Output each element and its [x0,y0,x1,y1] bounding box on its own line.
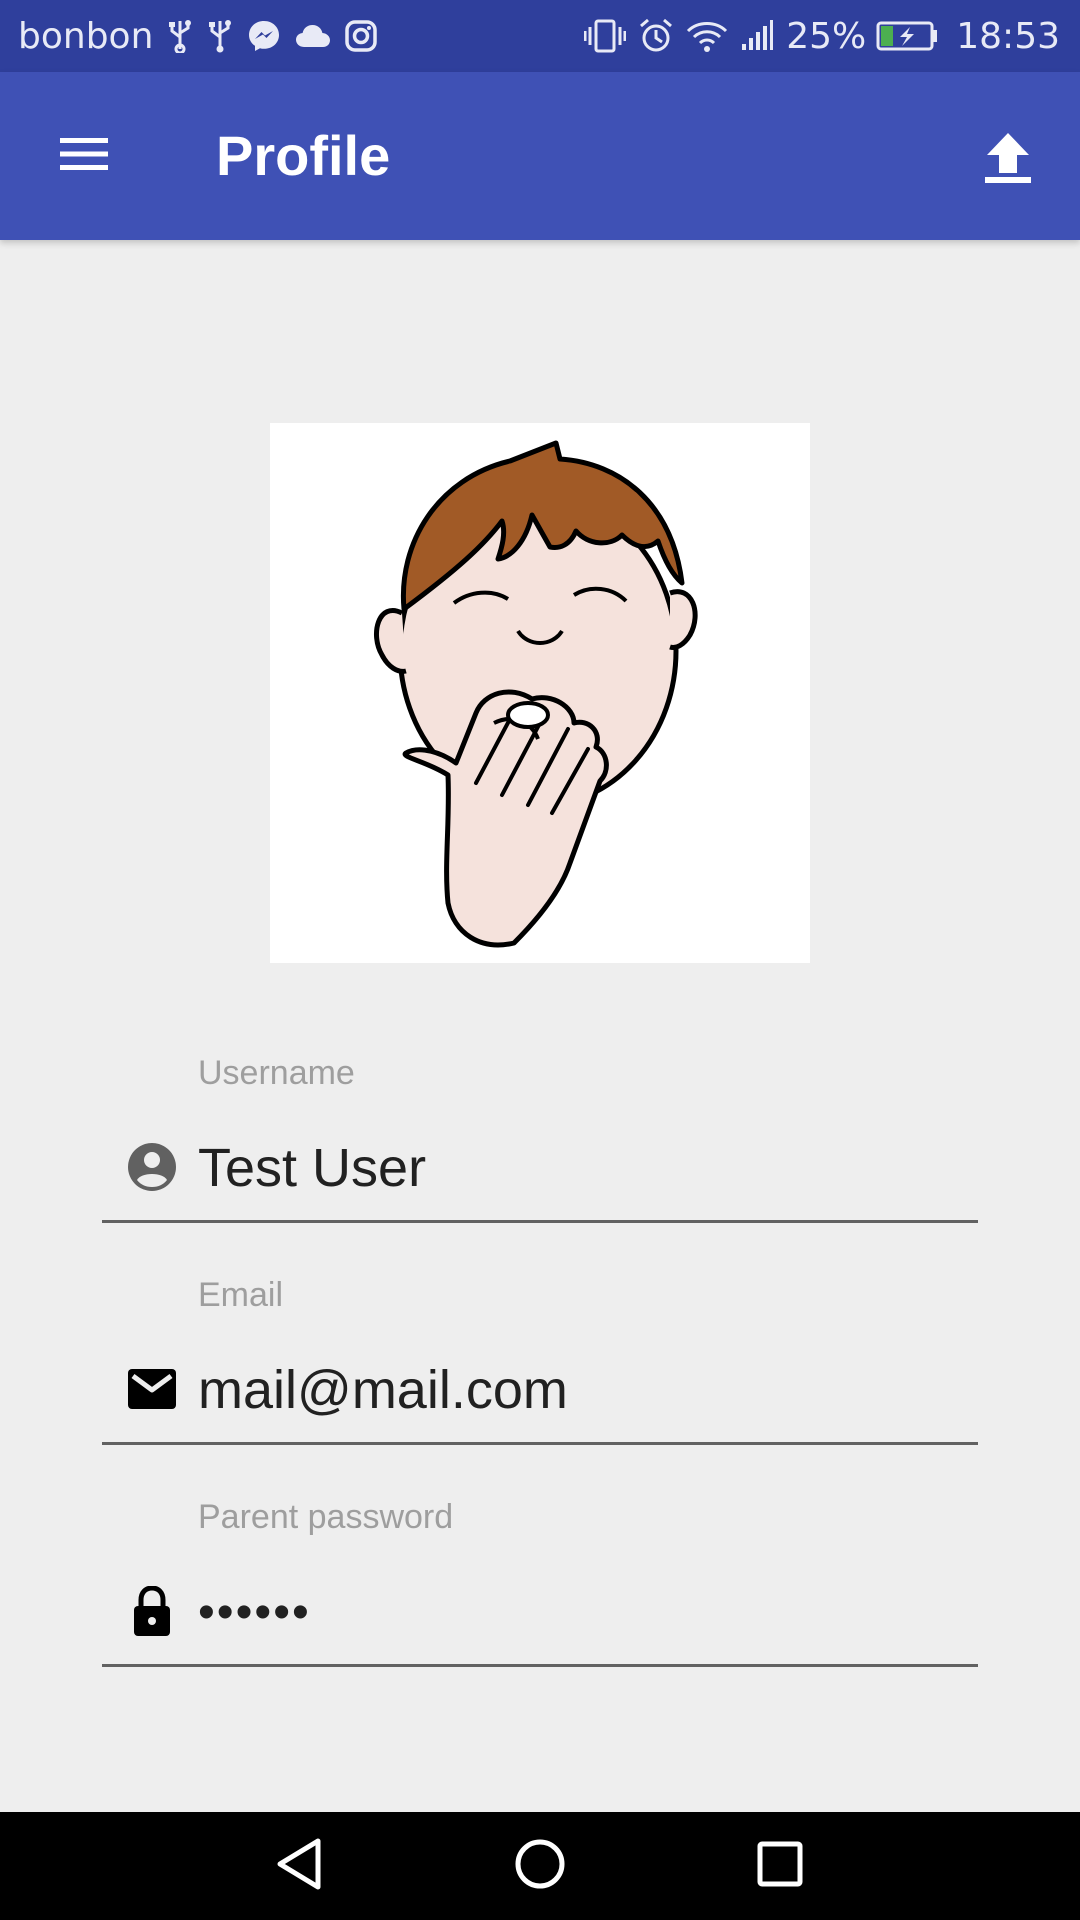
home-button[interactable] [504,1830,576,1902]
carrier-name: bonbon [18,15,154,57]
app-bar: Profile [0,72,1080,240]
status-bar-right: 25% 18:53 [584,16,1060,57]
username-label: Username [198,1054,355,1092]
username-field: Username [102,1053,978,1233]
username-underline [102,1220,978,1223]
back-icon [276,1837,324,1895]
usb-icon [167,19,193,53]
clock-time: 18:53 [956,15,1060,57]
parent-password-field: Parent password [102,1497,978,1677]
yawning-boy-illustration [373,440,698,948]
page-title: Profile [216,124,391,187]
username-input[interactable] [198,1125,958,1211]
usb-icon [207,19,233,53]
status-bar: bonbon 25% 18:53 [0,0,1080,72]
menu-button[interactable] [40,116,128,196]
signal-icon [740,20,774,52]
recent-apps-button[interactable] [744,1830,816,1902]
alarm-icon [638,18,674,54]
messenger-icon [247,19,281,53]
navigation-bar [0,1812,1080,1920]
account-circle-icon [124,1139,180,1195]
email-input[interactable] [198,1347,958,1433]
parent-password-underline [102,1664,978,1667]
email-field: Email [102,1275,978,1455]
status-bar-left: bonbon [18,15,378,57]
email-icon [124,1361,180,1417]
email-underline [102,1442,978,1445]
wifi-icon [686,19,728,53]
parent-password-label: Parent password [198,1498,454,1536]
home-icon [514,1838,566,1894]
lock-icon [124,1583,180,1639]
profile-picture[interactable] [270,423,810,963]
back-button[interactable] [264,1830,336,1902]
profile-screen: bonbon 25% 18:53 Profile Username Test U… [0,0,1080,1920]
battery-charging-icon [876,21,938,51]
upload-icon [985,131,1031,189]
upload-button[interactable] [964,116,1052,204]
battery-percent: 25% [786,15,867,57]
parent-password-input[interactable] [198,1569,958,1655]
instagram-icon [345,20,378,52]
email-label: Email [198,1276,284,1314]
cloud-icon [295,23,331,49]
recent-apps-icon [757,1841,803,1891]
menu-icon [60,136,108,176]
vibrate-icon [584,19,627,53]
